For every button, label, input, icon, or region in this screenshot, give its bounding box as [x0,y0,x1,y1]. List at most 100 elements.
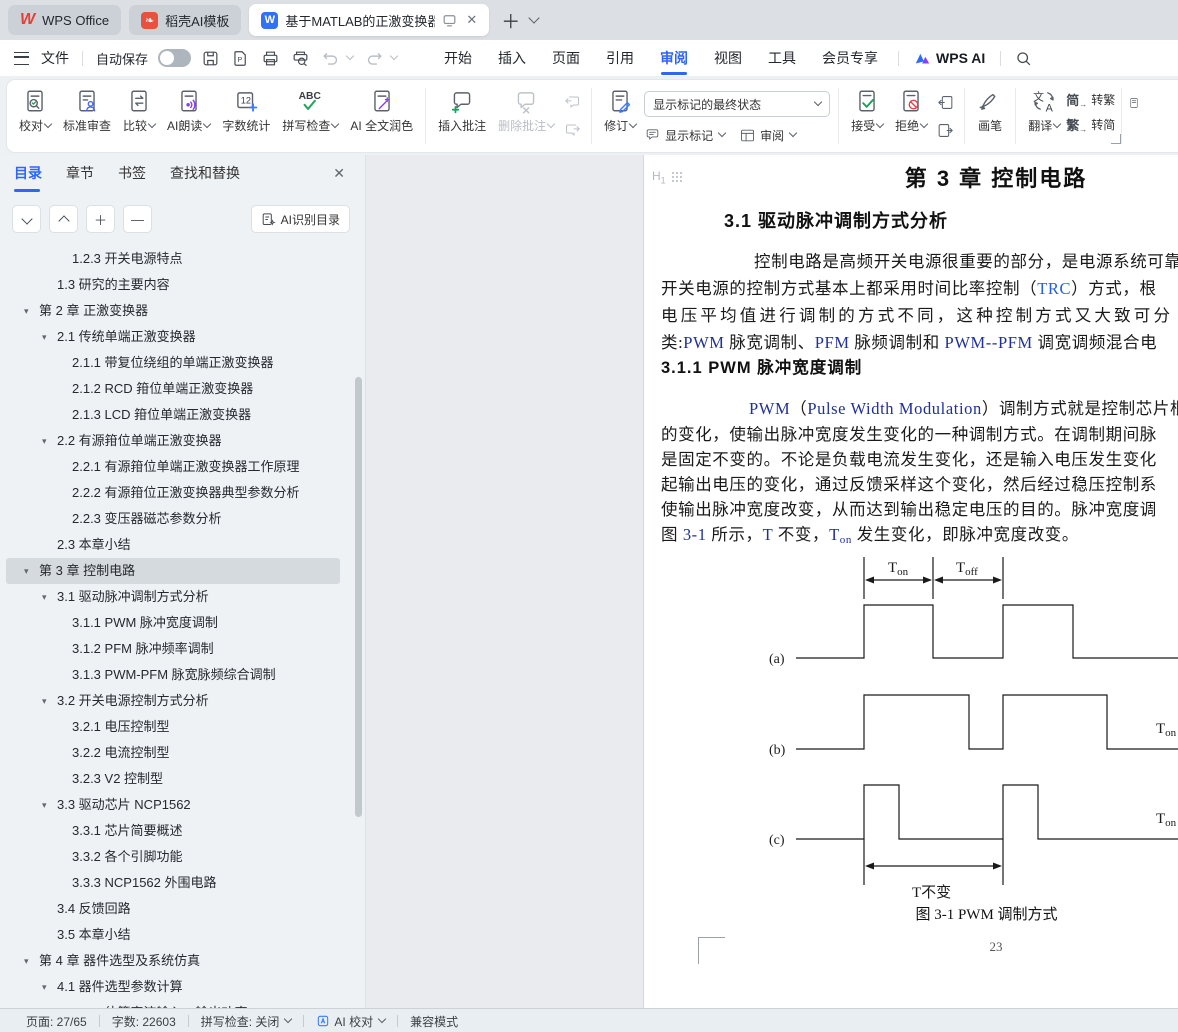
toc-collapse-arrow[interactable]: ▾ [42,688,57,714]
toc-item[interactable]: 2.1.1 带复位绕组的单端正激变换器 [0,350,352,376]
next-change-button[interactable] [936,121,955,140]
toc-collapse-arrow[interactable]: ▾ [24,948,39,974]
tab-view[interactable]: 视图 [701,41,755,75]
toc-item[interactable]: ▾2.3 本章小结 [0,532,352,558]
tab-page[interactable]: 页面 [539,41,593,75]
toc-collapse-arrow[interactable]: ▾ [42,974,57,1000]
redo-button[interactable] [363,47,385,69]
toc-item[interactable]: 2.2.3 变压器磁芯参数分析 [0,506,352,532]
toc-collapse-arrow[interactable]: ▾ [42,792,57,818]
toc-item[interactable]: 3.2.3 V2 控制型 [0,766,352,792]
to-simplified-button[interactable]: 繁→转简 [1066,115,1115,134]
save-button[interactable] [199,47,221,69]
toc-item[interactable]: 3.3.3 NCP1562 外围电路 [0,870,352,896]
redo-chevron-icon[interactable] [390,52,398,60]
accept-button[interactable]: 接受 [845,85,889,134]
toc-item[interactable]: ▾3.5 本章小结 [0,922,352,948]
toc-previous-heading-button[interactable] [49,205,78,233]
search-icon[interactable] [1012,47,1034,69]
tab-member[interactable]: 会员专享 [809,41,891,75]
toc-collapse-arrow[interactable]: ▾ [42,584,57,610]
spell-check-status[interactable]: 拼写检查: 关闭 [189,1013,304,1030]
tab-wps-office[interactable]: W WPS Office [8,5,121,35]
sidebar-tab-chapters[interactable]: 章节 [66,163,94,185]
toc-item[interactable]: ▾第 2 章 正激变换器 [0,298,352,324]
tab-list-chevron-icon[interactable] [529,12,540,23]
document-page[interactable]: H1 第 3 章 控制电路 3.1 驱动脉冲调制方式分析 控制电路是高频开关电源… [643,155,1178,1008]
toc-item[interactable]: ▾2.2 有源箝位单端正激变换器 [0,428,352,454]
clipped-ribbon-button[interactable] [1124,80,1144,152]
toc-item[interactable]: ▾2.1 传统单端正激变换器 [0,324,352,350]
sidebar-scrollbar[interactable] [355,377,362,817]
standard-review-button[interactable]: 标准审查 [57,85,117,134]
tab-review[interactable]: 审阅 [647,41,701,75]
toc-item[interactable]: 3.3.1 芯片简要概述 [0,818,352,844]
toc-item[interactable]: ▾第 4 章 器件选型及系统仿真 [0,948,352,974]
toc-collapse-arrow[interactable]: ▾ [42,428,57,454]
show-markup-button[interactable]: 显示标记 [644,124,725,146]
toc-next-heading-button[interactable] [12,205,41,233]
tab-docer-templates[interactable]: ❧ 稻壳AI模板 [129,5,241,35]
toc-item[interactable]: ▾3.4 反馈回路 [0,896,352,922]
toc-item[interactable]: 2.2.2 有源箝位正激变换器典型参数分析 [0,480,352,506]
translate-button[interactable]: 文A翻译 [1022,85,1066,134]
toc-item[interactable]: ▾1.3 研究的主要内容 [0,272,352,298]
insert-comment-button[interactable]: 插入批注 [432,85,492,134]
toc-item[interactable]: ▾3.1 驱动脉冲调制方式分析 [0,584,352,610]
file-menu[interactable]: 文件 [35,48,75,68]
spell-check-button[interactable]: ABC拼写检查 [276,85,344,134]
export-pdf-button[interactable]: P [229,47,251,69]
tab-insert[interactable]: 插入 [485,41,539,75]
toc-item[interactable]: 3.3.2 各个引脚功能 [0,844,352,870]
toc-item[interactable]: ▾3.2 开关电源控制方式分析 [0,688,352,714]
ai-proofread-status[interactable]: AI 校对 [304,1013,397,1030]
ai-polish-button[interactable]: AI 全文润色 [344,85,419,134]
tab-home[interactable]: 开始 [431,41,485,75]
previous-change-button[interactable] [936,93,955,112]
toc-collapse-arrow[interactable]: ▾ [24,558,39,584]
toc-item[interactable]: 2.2.1 有源箝位单端正激变换器工作原理 [0,454,352,480]
tab-close-icon[interactable]: ✕ [466,12,477,28]
toc-item[interactable]: ▾3.3 驱动芯片 NCP1562 [0,792,352,818]
ai-read-button[interactable]: AI朗读 [161,85,216,134]
to-traditional-button[interactable]: 简→转繁 [1066,90,1115,109]
sidebar-tab-find-replace[interactable]: 查找和替换 [170,163,240,185]
pen-button[interactable]: 画笔 [971,85,1009,134]
proofread-button[interactable]: 校对 [13,85,57,134]
undo-button[interactable] [319,47,341,69]
toc-item[interactable]: 3.1.3 PWM-PFM 脉宽脉频综合调制 [0,662,352,688]
delete-comment-button[interactable]: 删除批注 [492,85,560,134]
new-tab-button[interactable]: ＋ [501,7,520,34]
toc-item[interactable]: 3.1.2 PFM 脉冲频率调制 [0,636,352,662]
toc-expand-button[interactable]: ＋ [86,205,115,233]
compare-button[interactable]: 比较 [117,85,161,134]
toc-item[interactable]: 3.2.1 电压控制型 [0,714,352,740]
previous-comment-button[interactable] [563,93,582,112]
track-changes-button[interactable]: 修订 [598,85,642,134]
next-comment-button[interactable] [563,121,582,140]
toc-item[interactable]: ▾4.1 器件选型参数计算 [0,974,352,1000]
tab-reference[interactable]: 引用 [593,41,647,75]
page-indicator[interactable]: 页面: 27/65 [14,1013,99,1030]
ai-recognize-toc-button[interactable]: AI识别目录 [251,205,350,233]
toc-item[interactable]: 2.1.3 LCD 箝位单端正激变换器 [0,402,352,428]
tab-document[interactable]: W 基于MATLAB的正激变换器的 ✕ [249,4,489,36]
autosave-toggle[interactable] [158,49,191,67]
sidebar-tab-contents[interactable]: 目录 [14,163,42,185]
toc-item[interactable]: ▾第 3 章 控制电路 [6,558,340,584]
group-expand-icon[interactable] [1111,134,1121,144]
print-button[interactable] [259,47,281,69]
hamburger-menu-icon[interactable] [14,52,29,65]
word-count-button[interactable]: 12字数统计 [216,85,276,134]
toc-collapse-button[interactable]: — [123,205,152,233]
wps-ai-button[interactable]: WPS AI [906,50,993,66]
toc-item[interactable]: 2.1.2 RCD 箝位单端正激变换器 [0,376,352,402]
undo-chevron-icon[interactable] [346,52,354,60]
reject-button[interactable]: 拒绝 [889,85,933,134]
print-preview-button[interactable] [289,47,311,69]
sidebar-tab-bookmarks[interactable]: 书签 [118,163,146,185]
review-pane-button[interactable]: 审阅 [739,124,796,146]
toc-item[interactable]: 1.2.3 开关电源特点 [0,246,352,272]
toc-collapse-arrow[interactable]: ▾ [24,298,39,324]
toc-item[interactable]: 3.1.1 PWM 脉冲宽度调制 [0,610,352,636]
